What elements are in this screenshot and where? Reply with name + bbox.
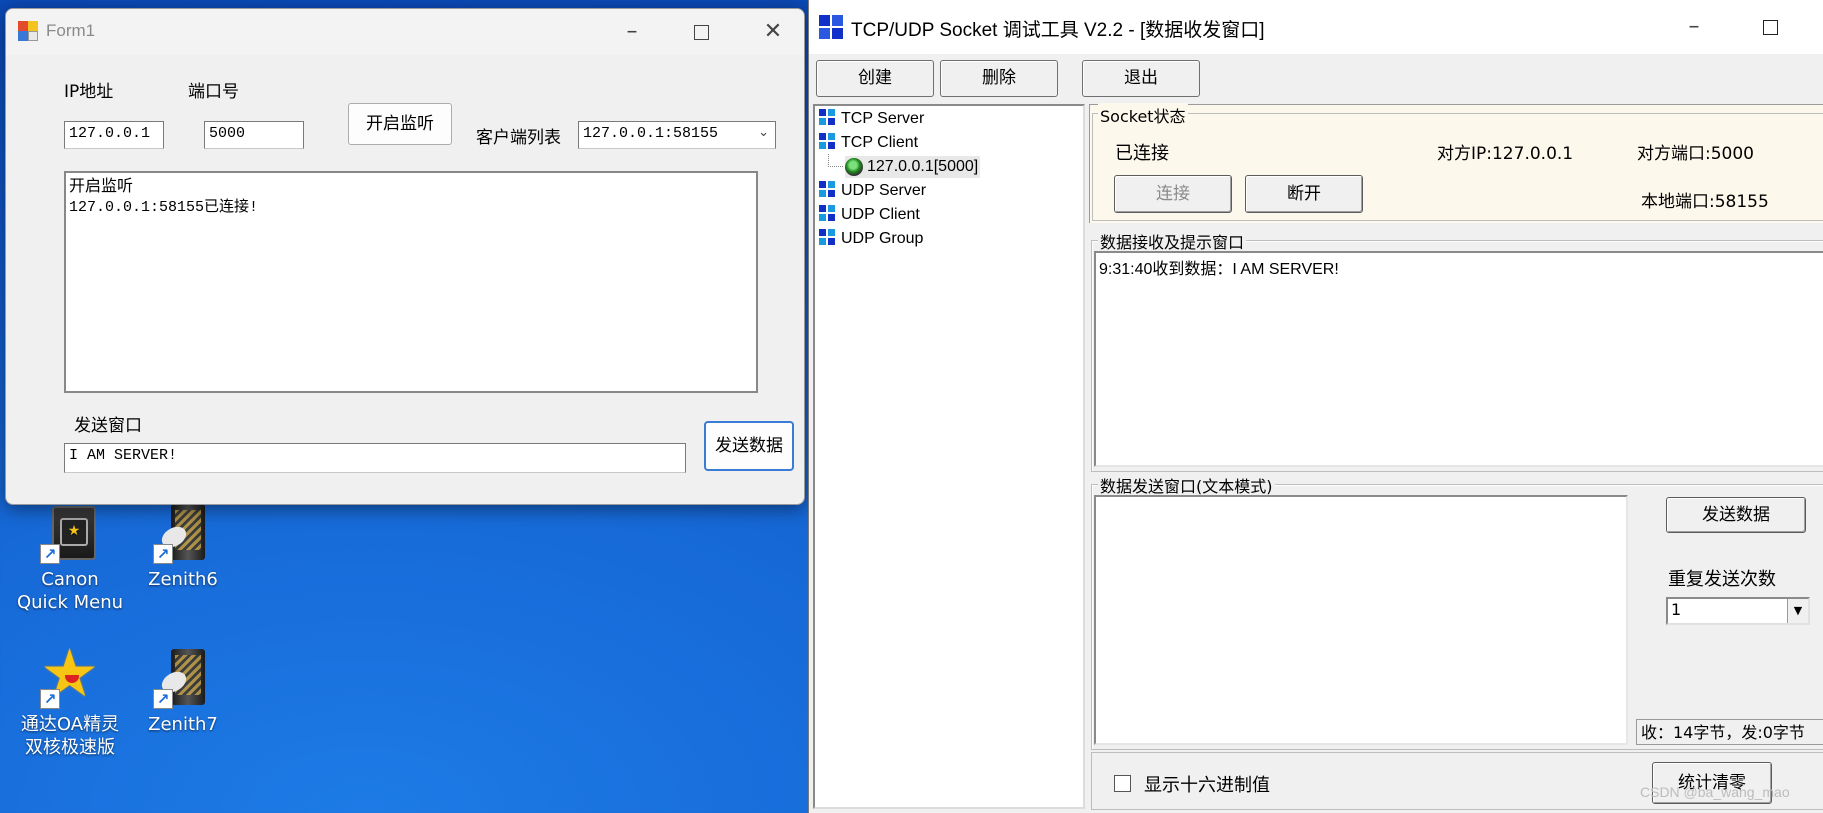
grid-icon	[819, 229, 836, 246]
client-list-select[interactable]: 127.0.0.1:58155 ⌄	[578, 121, 776, 149]
remote-ip: 对方IP:127.0.0.1	[1437, 144, 1574, 164]
connected-status-icon	[845, 158, 863, 176]
receive-group: 数据接收及提示窗口 9:31:40收到数据：I AM SERVER!	[1091, 229, 1823, 472]
app-icon	[18, 21, 38, 41]
hex-checkbox-label: 显示十六进制值	[1144, 775, 1270, 796]
socket-status-title: Socket状态	[1098, 103, 1188, 127]
chevron-down-icon: ⌄	[758, 125, 769, 140]
window-title: TCP/UDP Socket 调试工具 V2.2 - [数据收发窗口]	[851, 20, 1265, 41]
repeat-count-value: 1	[1671, 600, 1682, 619]
connection-state: 已连接	[1115, 143, 1169, 164]
hex-checkbox[interactable]	[1114, 775, 1131, 792]
star-icon: ★ ↗	[40, 635, 100, 712]
start-listen-button[interactable]: 开启监听	[348, 103, 452, 145]
tree-item-tcp-server[interactable]: TCP Server	[819, 108, 924, 130]
maximize-icon[interactable]	[678, 17, 724, 47]
minimize-icon[interactable]: –	[609, 17, 655, 47]
ip-label: IP地址	[64, 82, 114, 102]
desktop-icon-label: 双核极速版	[25, 737, 115, 758]
app-icon	[819, 15, 843, 39]
send-group: 数据发送窗口(文本模式) 发送数据 重复发送次数 1 ▼ 收：14字节，发:0字…	[1091, 473, 1823, 750]
bottom-bar: 显示十六进制值 统计清零	[1091, 752, 1823, 810]
receive-textarea[interactable]: 9:31:40收到数据：I AM SERVER!	[1094, 251, 1823, 467]
grid-icon	[819, 181, 836, 198]
send-window-label: 发送窗口	[74, 416, 142, 436]
repeat-count-label: 重复发送次数	[1668, 569, 1776, 590]
ip-input[interactable]: 127.0.0.1	[64, 121, 164, 149]
tree-item-udp-client[interactable]: UDP Client	[819, 204, 920, 226]
desktop-icon-label: Canon	[41, 569, 99, 590]
port-label: 端口号	[188, 82, 239, 102]
create-button[interactable]: 创建	[816, 60, 934, 97]
window-title: Form1	[46, 21, 96, 40]
send-data-button[interactable]: 发送数据	[704, 421, 794, 471]
desktop-icon-zenith7[interactable]: ↗ Zenith7	[128, 645, 238, 736]
minimize-icon[interactable]: –	[1671, 12, 1717, 42]
send-group-title: 数据发送窗口(文本模式)	[1098, 473, 1275, 497]
desktop-icon-label: Quick Menu	[16, 592, 124, 613]
receive-group-title: 数据接收及提示窗口	[1098, 229, 1247, 253]
remote-port: 对方端口:5000	[1637, 144, 1754, 164]
byte-counter: 收：14字节，发:0字节	[1636, 719, 1823, 745]
tree-item-udp-group[interactable]: UDP Group	[819, 228, 923, 250]
dropdown-arrow-icon: ▼	[1787, 599, 1808, 623]
desktop-icon-label: 通达OA精灵	[20, 714, 120, 735]
tree-item-udp-server[interactable]: UDP Server	[819, 180, 926, 202]
repeat-count-select[interactable]: 1 ▼	[1666, 597, 1810, 625]
send-input[interactable]: I AM SERVER!	[64, 443, 686, 473]
tree-connector	[828, 154, 843, 167]
tree-item-tcp-client[interactable]: TCP Client	[819, 132, 918, 154]
client-list-label: 客户端列表	[476, 128, 561, 148]
maximize-icon[interactable]	[1747, 12, 1793, 42]
desktop-icon-canon[interactable]: ★ ↗ Canon Quick Menu	[15, 500, 125, 614]
socket-tree: TCP Server TCP Client 127.0.0.1[5000] UD…	[813, 104, 1085, 809]
title-bar[interactable]: TCP/UDP Socket 调试工具 V2.2 - [数据收发窗口] –	[809, 0, 1823, 54]
watermark: CSDN @ba_wang_mao	[1640, 784, 1790, 800]
client-list-value: 127.0.0.1:58155	[583, 125, 719, 142]
canon-quick-menu-icon: ★ ↗	[38, 500, 102, 564]
port-input[interactable]: 5000	[204, 121, 304, 149]
log-textarea[interactable]: 开启监听 127.0.0.1:58155已连接!	[64, 171, 758, 393]
socket-status-panel: Socket状态 已连接 对方IP:127.0.0.1 对方端口:5000 连接…	[1089, 103, 1823, 223]
form1-window: Form1 – ✕ IP地址 端口号 127.0.0.1 5000 开启监听 客…	[5, 8, 805, 505]
send-data-button[interactable]: 发送数据	[1666, 497, 1806, 533]
log-line: 开启监听	[69, 176, 134, 195]
close-icon[interactable]: ✕	[750, 17, 796, 47]
desktop-icon-label: Zenith6	[148, 569, 218, 590]
tree-item-tcp-client-connection[interactable]: 127.0.0.1[5000]	[845, 156, 981, 178]
desktop-icon-zenith6[interactable]: ↗ Zenith6	[128, 500, 238, 591]
receive-line: 9:31:40收到数据：I AM SERVER!	[1099, 261, 1339, 278]
connect-button[interactable]: 连接	[1114, 175, 1232, 213]
log-line: 127.0.0.1:58155已连接!	[69, 199, 259, 216]
local-port: 本地端口:58155	[1641, 192, 1769, 212]
zenith-icon: ↗	[151, 500, 215, 564]
delete-button[interactable]: 删除	[940, 60, 1058, 97]
zenith-icon: ↗	[151, 645, 215, 709]
desktop-icon-oa[interactable]: ★ ↗ 通达OA精灵 双核极速版	[15, 635, 125, 759]
socket-tool-window: TCP/UDP Socket 调试工具 V2.2 - [数据收发窗口] – 创建…	[808, 0, 1823, 813]
grid-icon	[819, 109, 836, 126]
send-textarea[interactable]	[1094, 495, 1628, 745]
grid-icon	[819, 205, 836, 222]
exit-button[interactable]: 退出	[1082, 60, 1200, 97]
disconnect-button[interactable]: 断开	[1245, 175, 1363, 213]
desktop-icon-label: Zenith7	[148, 714, 218, 735]
grid-icon	[819, 133, 836, 150]
title-bar[interactable]: Form1 – ✕	[6, 9, 804, 55]
